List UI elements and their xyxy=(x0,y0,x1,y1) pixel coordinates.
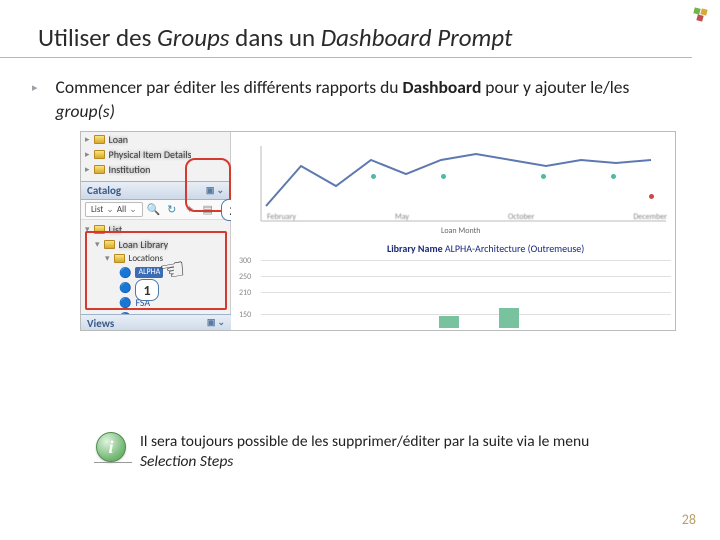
tree-item[interactable]: List xyxy=(109,223,123,236)
tree-item[interactable]: Institution xyxy=(109,163,151,176)
brand-logo xyxy=(692,6,710,29)
info-note: i Il sera toujours possible de les suppr… xyxy=(96,432,636,472)
new-icon[interactable]: ✦ xyxy=(183,203,197,217)
x-axis-labels: February May October December xyxy=(267,212,667,222)
x-axis-title: Loan Month xyxy=(441,226,481,236)
open-icon[interactable]: ▤ xyxy=(201,203,215,217)
refresh-icon[interactable]: ↻ xyxy=(165,203,179,217)
catalog-toolbar: List ⌄ All ⌄ 🔍 ↻ ✦ ▤ xyxy=(81,200,230,220)
tree-item[interactable]: Loan xyxy=(109,133,129,146)
catalog-header: Catalog ▣ ⌄ xyxy=(81,181,230,200)
group-icon: 🔵 xyxy=(119,266,131,279)
bar-chart: 300 250 210 150 xyxy=(239,256,671,330)
bullet-text: Commencer par éditer les différents rapp… xyxy=(56,76,692,123)
info-icon: i xyxy=(96,432,126,462)
line-chart: February May October December Loan Month xyxy=(241,136,671,232)
bullet-marker: ▸ xyxy=(32,76,38,123)
search-icon[interactable]: 🔍 xyxy=(147,203,161,217)
screenshot-panel: ▸Loan ▸Physical Item Details ▸Institutio… xyxy=(80,131,676,331)
callout-1: 1 xyxy=(135,279,159,301)
tree-item[interactable]: Loan Library xyxy=(119,238,169,251)
list-dropdown[interactable]: List ⌄ All ⌄ xyxy=(85,202,143,217)
page-number: 28 xyxy=(682,511,696,528)
catalog-panel: ▸Loan ▸Physical Item Details ▸Institutio… xyxy=(81,132,231,331)
subchart-title: Library Name ALPHA-Architecture (Outreme… xyxy=(387,242,584,255)
chart-area: February May October December Loan Month… xyxy=(231,132,675,331)
tree-item[interactable]: Physical Item Details xyxy=(109,148,192,161)
bullet-item: ▸ Commencer par éditer les différents ra… xyxy=(32,76,692,123)
slide-title: Utiliser des Groups dans un Dashboard Pr… xyxy=(0,0,692,58)
group-icon: 🔵 xyxy=(119,296,131,309)
info-text: Il sera toujours possible de les supprim… xyxy=(140,432,636,472)
views-header: Views ▣ ⌄ xyxy=(81,314,231,331)
group-icon: 🔵 xyxy=(119,281,131,294)
